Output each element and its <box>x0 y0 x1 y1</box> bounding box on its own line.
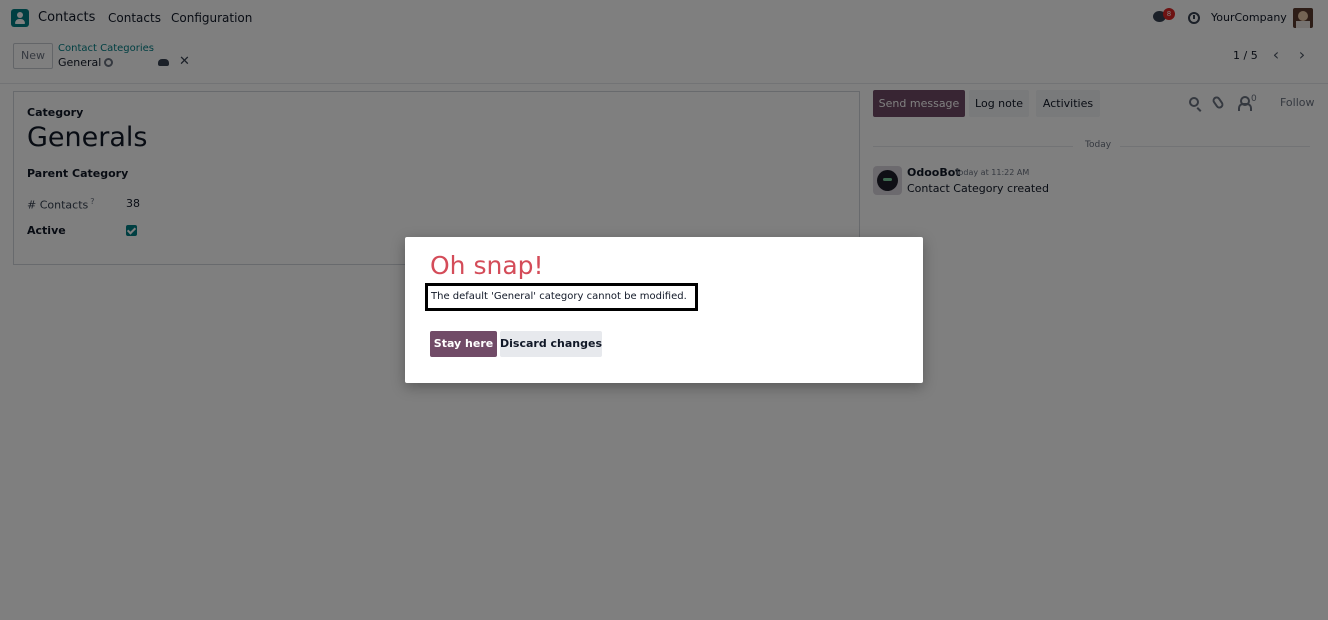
stay-here-button[interactable]: Stay here <box>430 331 497 357</box>
discard-changes-button[interactable]: Discard changes <box>500 331 602 357</box>
error-dialog: Oh snap! The default 'General' category … <box>405 237 923 383</box>
dialog-message: The default 'General' category cannot be… <box>425 283 698 311</box>
dialog-title: Oh snap! <box>430 251 544 280</box>
